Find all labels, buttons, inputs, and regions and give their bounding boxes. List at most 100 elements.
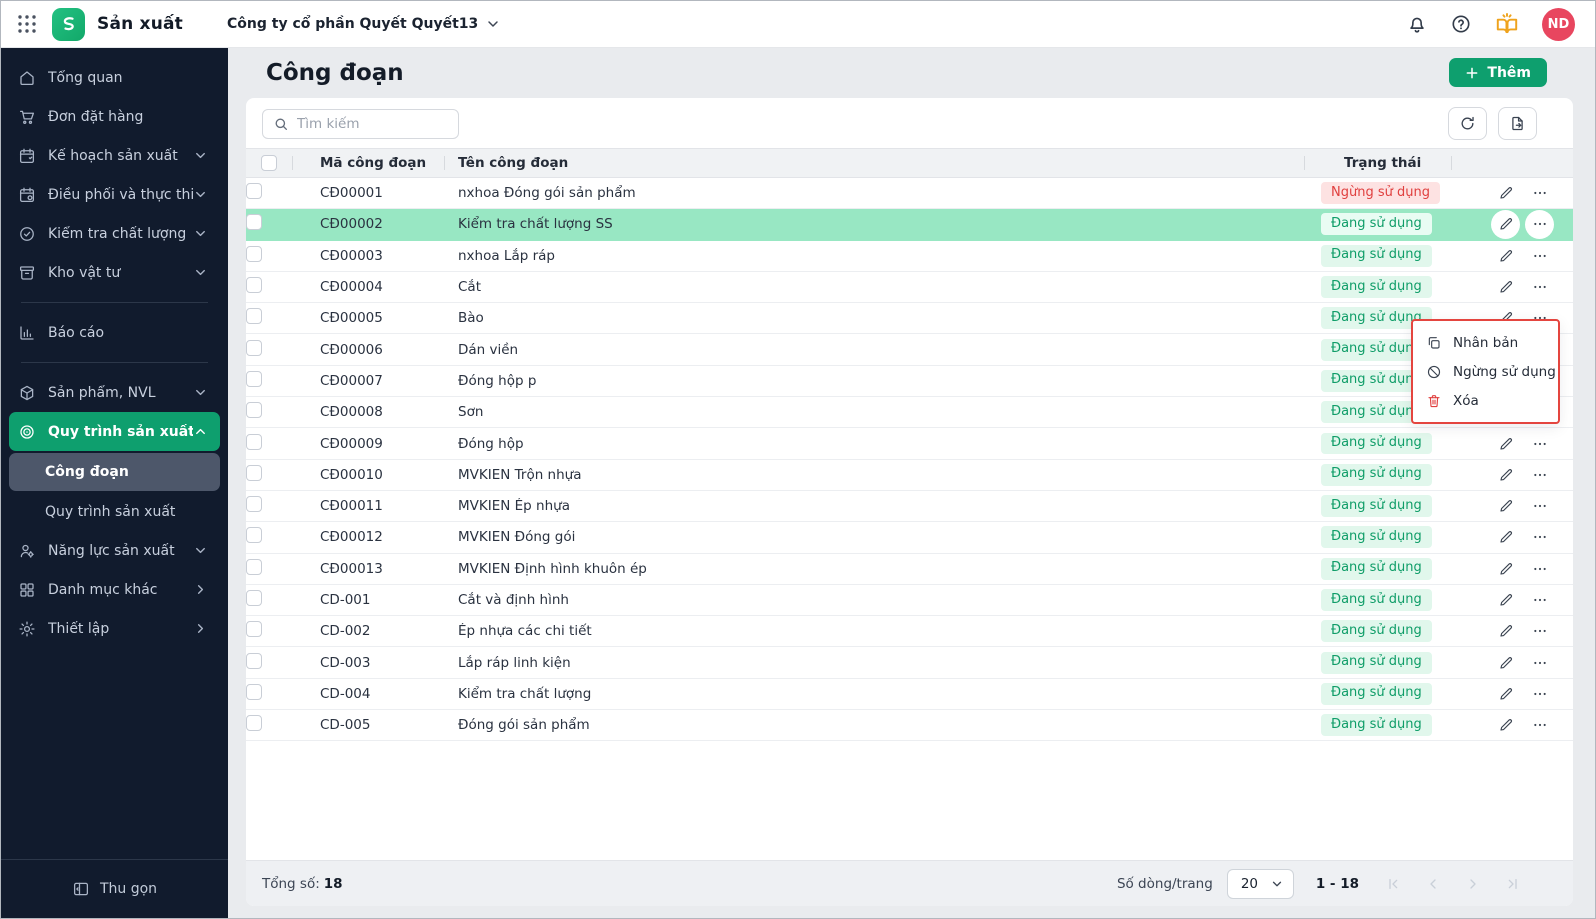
- total-value: 18: [323, 875, 343, 892]
- sidebar-item[interactable]: Đơn đặt hàng: [9, 97, 220, 136]
- sidebar-item[interactable]: Danh mục khác: [9, 570, 220, 609]
- page-size-select[interactable]: 20: [1226, 868, 1294, 899]
- sidebar-item[interactable]: Thiết lập: [9, 609, 220, 648]
- sidebar-item[interactable]: Quy trình sản xuất: [9, 412, 220, 451]
- table-row[interactable]: CĐ00008 Sơn Đang sử dụng: [246, 397, 1573, 429]
- edit-button[interactable]: [1491, 554, 1520, 583]
- sidebar-item[interactable]: Kho vật tư: [9, 253, 220, 292]
- table-row[interactable]: CĐ00002 Kiểm tra chất lượng SS Đang sử dụn…: [246, 209, 1573, 241]
- last-page-button[interactable]: [1493, 872, 1533, 896]
- table-row[interactable]: CD-002 Ép nhựa các chi tiết Đang sử dụng: [246, 616, 1573, 648]
- edit-button[interactable]: [1491, 273, 1520, 302]
- row-checkbox[interactable]: [246, 464, 262, 481]
- table-row[interactable]: CĐ00011 MVKIEN Ép nhựa Đang sử dụng: [246, 490, 1573, 523]
- context-menu-item[interactable]: Xóa: [1413, 386, 1558, 415]
- sidebar-item[interactable]: Điều phối và thực thi: [9, 175, 220, 214]
- more-actions-button[interactable]: [1525, 617, 1554, 646]
- more-actions-button[interactable]: [1525, 554, 1554, 583]
- more-actions-button[interactable]: [1525, 523, 1554, 552]
- row-checkbox[interactable]: [246, 402, 262, 419]
- add-button[interactable]: Thêm: [1449, 58, 1547, 87]
- more-actions-button[interactable]: [1525, 648, 1554, 677]
- more-actions-button[interactable]: [1525, 711, 1554, 740]
- guide-icon[interactable]: [1494, 11, 1520, 37]
- row-checkbox[interactable]: [246, 496, 262, 513]
- edit-button[interactable]: [1491, 617, 1520, 646]
- table-row[interactable]: CĐ00003 nxhoa Lắp ráp Đang sử dụng: [246, 240, 1573, 272]
- export-button[interactable]: [1498, 107, 1537, 140]
- row-checkbox[interactable]: [246, 370, 262, 387]
- table-row[interactable]: CĐ00012 MVKIEN Đóng gói Đang sử dụng: [246, 522, 1573, 554]
- more-actions-button[interactable]: [1525, 241, 1554, 270]
- sidebar-item[interactable]: Sản phẩm, NVL: [9, 373, 220, 412]
- row-checkbox[interactable]: [246, 621, 262, 638]
- refresh-button[interactable]: [1448, 107, 1487, 140]
- edit-button[interactable]: [1491, 179, 1520, 208]
- edit-button[interactable]: [1491, 523, 1520, 552]
- apps-grid-icon[interactable]: [15, 12, 39, 36]
- more-actions-button[interactable]: [1525, 209, 1554, 239]
- first-page-button[interactable]: [1373, 872, 1413, 896]
- notification-bell-icon[interactable]: [1406, 13, 1428, 35]
- row-checkbox[interactable]: [246, 715, 262, 732]
- table-row[interactable]: CD-003 Lắp ráp linh kiện Đang sử dụng: [246, 647, 1573, 679]
- table-row[interactable]: CĐ00007 Đóng hộp p Đang sử dụng: [246, 365, 1573, 398]
- context-menu-item[interactable]: Nhân bản: [1413, 328, 1558, 357]
- row-checkbox[interactable]: [246, 527, 262, 544]
- edit-button[interactable]: [1491, 711, 1520, 740]
- search-input[interactable]: [297, 115, 448, 132]
- table-row[interactable]: CĐ00004 Cắt Đang sử dụng: [246, 271, 1573, 304]
- row-checkbox[interactable]: [246, 683, 262, 700]
- row-checkbox[interactable]: [246, 558, 262, 575]
- sidebar-item[interactable]: Năng lực sản xuất: [9, 531, 220, 570]
- row-checkbox[interactable]: [246, 308, 262, 325]
- next-page-button[interactable]: [1453, 872, 1493, 896]
- edit-button[interactable]: [1491, 648, 1520, 677]
- row-checkbox[interactable]: [246, 277, 262, 294]
- table-row[interactable]: CD-001 Cắt và định hình Đang sử dụng: [246, 584, 1573, 617]
- table-row[interactable]: CD-005 Đóng gói sản phẩm Đang sử dụng: [246, 710, 1573, 742]
- row-checkbox[interactable]: [246, 245, 262, 262]
- table-row[interactable]: CĐ00005 Bào Đang sử dụng: [246, 303, 1573, 335]
- edit-button[interactable]: [1491, 241, 1520, 270]
- context-menu-item[interactable]: Ngừng sử dụng: [1413, 357, 1558, 386]
- table-row[interactable]: CĐ00009 Đóng hộp Đang sử dụng: [246, 428, 1573, 460]
- row-checkbox[interactable]: [246, 214, 262, 231]
- help-icon[interactable]: [1450, 13, 1472, 35]
- row-checkbox[interactable]: [246, 183, 262, 200]
- more-actions-button[interactable]: [1525, 429, 1554, 458]
- sidebar-item[interactable]: Kiểm tra chất lượng: [9, 214, 220, 253]
- more-actions-button[interactable]: [1525, 586, 1554, 615]
- sidebar-item-label: Báo cáo: [48, 324, 105, 341]
- row-checkbox[interactable]: [246, 433, 262, 450]
- edit-button[interactable]: [1491, 429, 1520, 458]
- more-actions-button[interactable]: [1525, 460, 1554, 489]
- sidebar-subitem[interactable]: Công đoạn: [9, 453, 220, 491]
- sidebar-subitem[interactable]: Quy trình sản xuất: [9, 493, 220, 531]
- company-selector[interactable]: Công ty cổ phần Quyết Quyết13: [227, 16, 501, 32]
- row-checkbox[interactable]: [246, 652, 262, 669]
- row-checkbox[interactable]: [246, 339, 262, 356]
- sidebar-item[interactable]: Kế hoạch sản xuất: [9, 136, 220, 175]
- edit-button[interactable]: [1491, 679, 1520, 708]
- table-row[interactable]: CD-004 Kiểm tra chất lượng Đang sử dụng: [246, 678, 1573, 711]
- more-actions-button[interactable]: [1525, 679, 1554, 708]
- table-row[interactable]: CĐ00013 MVKIEN Định hình khuôn ép Đang sử …: [246, 553, 1573, 585]
- row-checkbox[interactable]: [246, 590, 262, 606]
- table-row[interactable]: CĐ00010 MVKIEN Trộn nhựa Đang sử dụng: [246, 459, 1573, 491]
- more-actions-button[interactable]: [1525, 179, 1554, 208]
- sidebar-item[interactable]: Báo cáo: [9, 313, 220, 352]
- collapse-sidebar-button[interactable]: Thu gọn: [1, 859, 228, 918]
- more-actions-button[interactable]: [1525, 492, 1554, 521]
- more-actions-button[interactable]: [1525, 273, 1554, 302]
- avatar[interactable]: ND: [1542, 7, 1575, 41]
- edit-button[interactable]: [1491, 492, 1520, 521]
- sidebar-item[interactable]: Tổng quan: [9, 58, 220, 97]
- previous-page-button[interactable]: [1413, 872, 1453, 896]
- edit-button[interactable]: [1491, 586, 1520, 615]
- edit-button[interactable]: [1491, 209, 1520, 239]
- select-all-checkbox[interactable]: [261, 155, 277, 171]
- table-row[interactable]: CĐ00001 nxhoa Đóng gói sản phẩm Ngừng sử d…: [246, 178, 1573, 210]
- edit-button[interactable]: [1491, 460, 1520, 489]
- table-row[interactable]: CĐ00006 Dán viền Đang sử dụng: [246, 334, 1573, 366]
